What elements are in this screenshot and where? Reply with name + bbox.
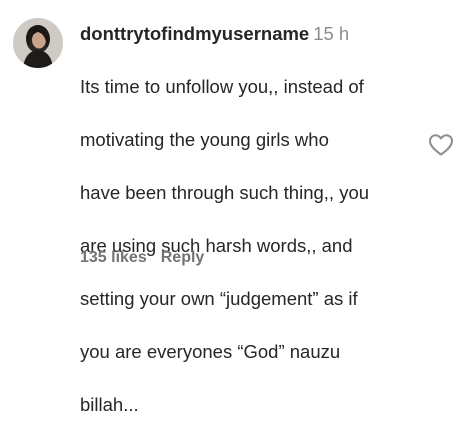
- comment: donttrytofindmyusername 15 h Its time to …: [0, 0, 469, 415]
- comment-text-line: setting your own “judgement” as if: [80, 287, 358, 309]
- like-button[interactable]: [428, 133, 454, 157]
- comment-text: Its time to unfollow you,, instead of mo…: [80, 47, 410, 445]
- avatar-image: [13, 18, 63, 68]
- likes-count[interactable]: 135 likes: [80, 249, 147, 266]
- username-link[interactable]: donttrytofindmyusername: [80, 23, 309, 44]
- comment-text-line: have been through such thing,, you: [80, 181, 370, 203]
- heart-outline-icon: [429, 134, 453, 156]
- reply-button[interactable]: Reply: [161, 249, 205, 266]
- comment-text-line: you are everyones “God” nauzu: [80, 340, 341, 362]
- comment-header: donttrytofindmyusername 15 h: [80, 20, 410, 47]
- comment-text-line: billah...: [80, 393, 139, 415]
- comment-body: donttrytofindmyusername 15 h Its time to …: [80, 20, 410, 445]
- comment-text-line: Its time to unfollow you,, instead of: [80, 75, 364, 97]
- comment-actions: 135 likes Reply: [80, 249, 204, 267]
- avatar[interactable]: [13, 18, 63, 68]
- timestamp[interactable]: 15 h: [313, 23, 349, 44]
- comment-text-line: motivating the young girls who: [80, 128, 329, 150]
